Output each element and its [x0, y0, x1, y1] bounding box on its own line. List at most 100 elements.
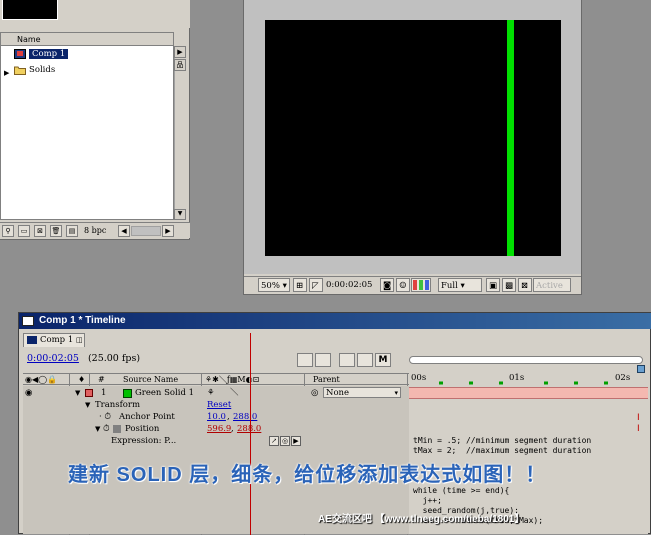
- show-snapshot-icon[interactable]: ☺: [396, 278, 410, 292]
- layer-row[interactable]: ◉ ▼ 1 Green Solid 1 ⚘ ＼ ◎ None ▾: [23, 387, 409, 399]
- stopwatch-icon[interactable]: ⏱: [103, 423, 110, 435]
- viewer-timecode[interactable]: 0:00:02:05: [324, 278, 374, 292]
- scroll-right-icon[interactable]: ▶: [162, 225, 174, 237]
- label-color-swatch[interactable]: [85, 389, 93, 397]
- dropdown-arrow-icon: ▾: [394, 389, 398, 397]
- current-time-display[interactable]: 0:00:02:05 (25.00 fps): [27, 353, 140, 364]
- expression-enabled-icon[interactable]: [113, 425, 121, 433]
- expression-line: j++;: [413, 496, 442, 505]
- av-features-icons[interactable]: ◉◀◯🔒: [25, 374, 57, 385]
- expand-triangle-icon[interactable]: ▶: [4, 66, 9, 80]
- current-time-indicator[interactable]: [637, 365, 645, 373]
- layer-name[interactable]: Green Solid 1: [135, 387, 194, 399]
- timeline-icon: [22, 316, 34, 326]
- eye-icon[interactable]: ◉: [25, 387, 32, 399]
- draft-3d-icon[interactable]: [315, 353, 331, 367]
- expression-label: Expression: P...: [111, 436, 177, 446]
- position-row[interactable]: ▼ ⏱ Position 596.9 , 288.0: [23, 423, 409, 435]
- quality-icon[interactable]: ＼: [230, 387, 239, 399]
- number-column-icon[interactable]: #: [98, 374, 105, 385]
- position-label: Position: [125, 424, 160, 434]
- watermark: AE交流区吧 【www.tlneeg.com/tieba/1801】: [318, 514, 525, 525]
- scroll-right-icon[interactable]: ▶: [174, 46, 186, 58]
- layer-duration-bar[interactable]: [409, 387, 648, 399]
- tutorial-caption: 建新 SOLID 层，细条，给位移添加表达式如图！！: [68, 464, 547, 486]
- switches-header-icons[interactable]: ⚘✱＼ƒ▦M◐⊡: [205, 374, 259, 385]
- name-column-header[interactable]: Name: [1, 33, 173, 46]
- anchor-x-value[interactable]: 10.0: [207, 411, 226, 423]
- source-name-header[interactable]: Source Name: [123, 374, 178, 385]
- scroll-down-icon[interactable]: ▼: [174, 209, 186, 220]
- project-item-label: Comp 1: [29, 49, 69, 59]
- comp-icon: [14, 49, 26, 59]
- region-of-interest-icon[interactable]: ▣: [486, 278, 500, 292]
- anchor-point-label: Anchor Point: [119, 412, 175, 422]
- mask-view-icon[interactable]: ◸: [309, 278, 323, 292]
- ruler-scale: 00s 01s 02s: [409, 373, 648, 385]
- collapse-triangle-icon[interactable]: ▼: [95, 423, 100, 435]
- tab-menu-icon[interactable]: ◫: [76, 336, 83, 344]
- expression-line: tMax = 2; //maximum segment duration: [413, 446, 592, 455]
- 3d-view-icon[interactable]: ⊠: [518, 278, 532, 292]
- timeline-window: Comp 1 * Timeline Comp 1 ◫ 0:00:02:05 (2…: [18, 312, 651, 535]
- interpret-footage-icon[interactable]: ▤: [66, 225, 78, 237]
- transparency-grid-icon[interactable]: ▩: [502, 278, 516, 292]
- flowchart-icon[interactable]: 品: [174, 59, 186, 71]
- timeline-title-text: Comp 1 * Timeline: [39, 315, 126, 326]
- anchor-point-row[interactable]: · ⏱ Anchor Point 10.0 , 288.0: [23, 411, 409, 423]
- find-icon[interactable]: ⚲: [2, 225, 14, 237]
- new-comp-icon[interactable]: ⊠: [34, 225, 46, 237]
- project-scrollbar[interactable]: [174, 46, 186, 220]
- parent-header[interactable]: Parent: [313, 374, 340, 385]
- bit-depth-label[interactable]: 8 bpc: [84, 225, 106, 237]
- pickwhip-icon[interactable]: ◎: [311, 387, 318, 399]
- project-item-comp[interactable]: Comp 1: [1, 47, 173, 61]
- graph-icon[interactable]: ↗: [269, 436, 279, 446]
- frame-blending-icon[interactable]: [357, 353, 373, 367]
- reset-link[interactable]: Reset: [207, 399, 231, 411]
- viewer-stage: [244, 0, 581, 274]
- channels-icon[interactable]: [411, 278, 431, 292]
- label-column-icon[interactable]: ♦: [78, 374, 85, 385]
- pickwhip-icon[interactable]: ◎: [280, 436, 290, 446]
- current-time[interactable]: 0:00:02:05: [27, 353, 79, 364]
- expression-line: while (time >= end){: [413, 486, 510, 495]
- keyframe-marker-icon[interactable]: I: [637, 424, 640, 434]
- project-list[interactable]: Name Comp 1 ▶ Solids: [0, 32, 174, 220]
- snapshot-icon[interactable]: ◙: [380, 278, 394, 292]
- motion-blur-icon[interactable]: M: [375, 353, 391, 367]
- zoom-select[interactable]: 50% ▾: [258, 278, 290, 292]
- safe-zones-icon[interactable]: ⊞: [293, 278, 307, 292]
- horizontal-scrollbar[interactable]: [131, 226, 161, 236]
- keyframe-marker-icon[interactable]: I: [637, 413, 640, 423]
- anchor-y-value[interactable]: 288.0: [233, 411, 257, 423]
- scroll-left-icon[interactable]: ◀: [118, 225, 130, 237]
- green-solid-layer[interactable]: [507, 20, 514, 256]
- project-item-solids[interactable]: ▶ Solids: [1, 63, 173, 77]
- layer-index: 1: [101, 388, 107, 398]
- project-thumbnail: [2, 0, 58, 20]
- new-folder-icon[interactable]: ▭: [18, 225, 30, 237]
- work-area-bar[interactable]: [409, 356, 643, 364]
- stopwatch-icon[interactable]: · ⏱: [99, 411, 111, 423]
- resolution-select[interactable]: Full ▾: [438, 278, 482, 292]
- position-x-value[interactable]: 596.9: [207, 423, 231, 435]
- trash-icon[interactable]: 🗑: [50, 225, 62, 237]
- comp-marker-icon[interactable]: [297, 353, 313, 367]
- expression-row[interactable]: Expression: P... ↗ ◎ ▶: [23, 435, 409, 447]
- expression-line: tMin = .5; //minimum segment duration: [413, 436, 592, 445]
- composition-canvas[interactable]: [265, 20, 561, 256]
- parent-value: None: [326, 388, 350, 398]
- collapse-triangle-icon[interactable]: ▼: [85, 399, 90, 411]
- active-camera-select[interactable]: Active: [533, 278, 571, 292]
- time-ruler[interactable]: 00s 01s 02s: [409, 353, 648, 385]
- parent-select[interactable]: None ▾: [323, 387, 401, 398]
- tab-label: Comp 1: [40, 335, 74, 345]
- tab-comp-1[interactable]: Comp 1 ◫: [23, 333, 85, 347]
- live-update-icon[interactable]: [339, 353, 355, 367]
- transform-row[interactable]: ▼ Transform Reset: [23, 399, 409, 411]
- fps-label: (25.00 fps): [87, 353, 141, 364]
- shy-icon[interactable]: ⚘: [207, 387, 215, 399]
- language-menu-icon[interactable]: ▶: [291, 436, 301, 446]
- collapse-triangle-icon[interactable]: ▼: [75, 387, 80, 399]
